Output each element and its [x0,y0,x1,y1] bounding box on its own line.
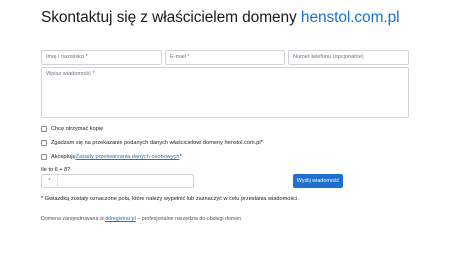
copy-label: Chcę otrzymać kopię [51,126,104,132]
captcha-required-marker: * [42,175,58,187]
footer-suffix: – profesjonalne narzędzia do obsługi dom… [135,216,243,222]
title-domain: henstol.com.pl [300,9,400,26]
submit-button[interactable]: Wyślij wiadomość [293,174,343,188]
footer: Domena zarejestrowana w ddregistrar.pl –… [41,216,243,222]
message-field[interactable]: Wpisz wiadomość * [41,67,409,118]
consent-label: Zgadzam się na przekazanie podanych dany… [51,140,263,146]
privacy-policy-link[interactable]: Zasady przetwarzania danych osobowych [76,154,180,160]
consent-row: Zgadzam się na przekazanie podanych dany… [41,140,263,146]
registrar-link[interactable]: ddregistrar.pl [105,216,136,222]
consent-checkbox[interactable] [41,140,47,146]
phone-field[interactable]: Numer telefonu (opcjonalne) [288,50,409,65]
email-field[interactable]: E-mail * [165,50,285,65]
captcha-question: Ile to 6 + 8? [41,167,71,173]
accept-checkbox[interactable] [41,154,47,160]
title-prefix: Skontaktuj się z właścicielem domeny [41,9,301,26]
accept-suffix: * [179,154,182,160]
copy-row: Chcę otrzymać kopię [41,126,103,132]
page-title: Skontaktuj się z właścicielem domeny hen… [41,9,400,27]
name-field[interactable]: Imię i nazwisko * [41,50,162,65]
accept-row: Akceptuję Zasady przetwarzania danych os… [41,154,182,160]
captcha-input[interactable]: * [41,174,194,188]
copy-checkbox[interactable] [41,126,47,132]
footer-prefix: Domena zarejestrowana w [41,216,106,222]
required-note: * Gwiazdką zostały oznaczone pola, które… [41,196,299,202]
accept-prefix: Akceptuję [51,154,76,160]
